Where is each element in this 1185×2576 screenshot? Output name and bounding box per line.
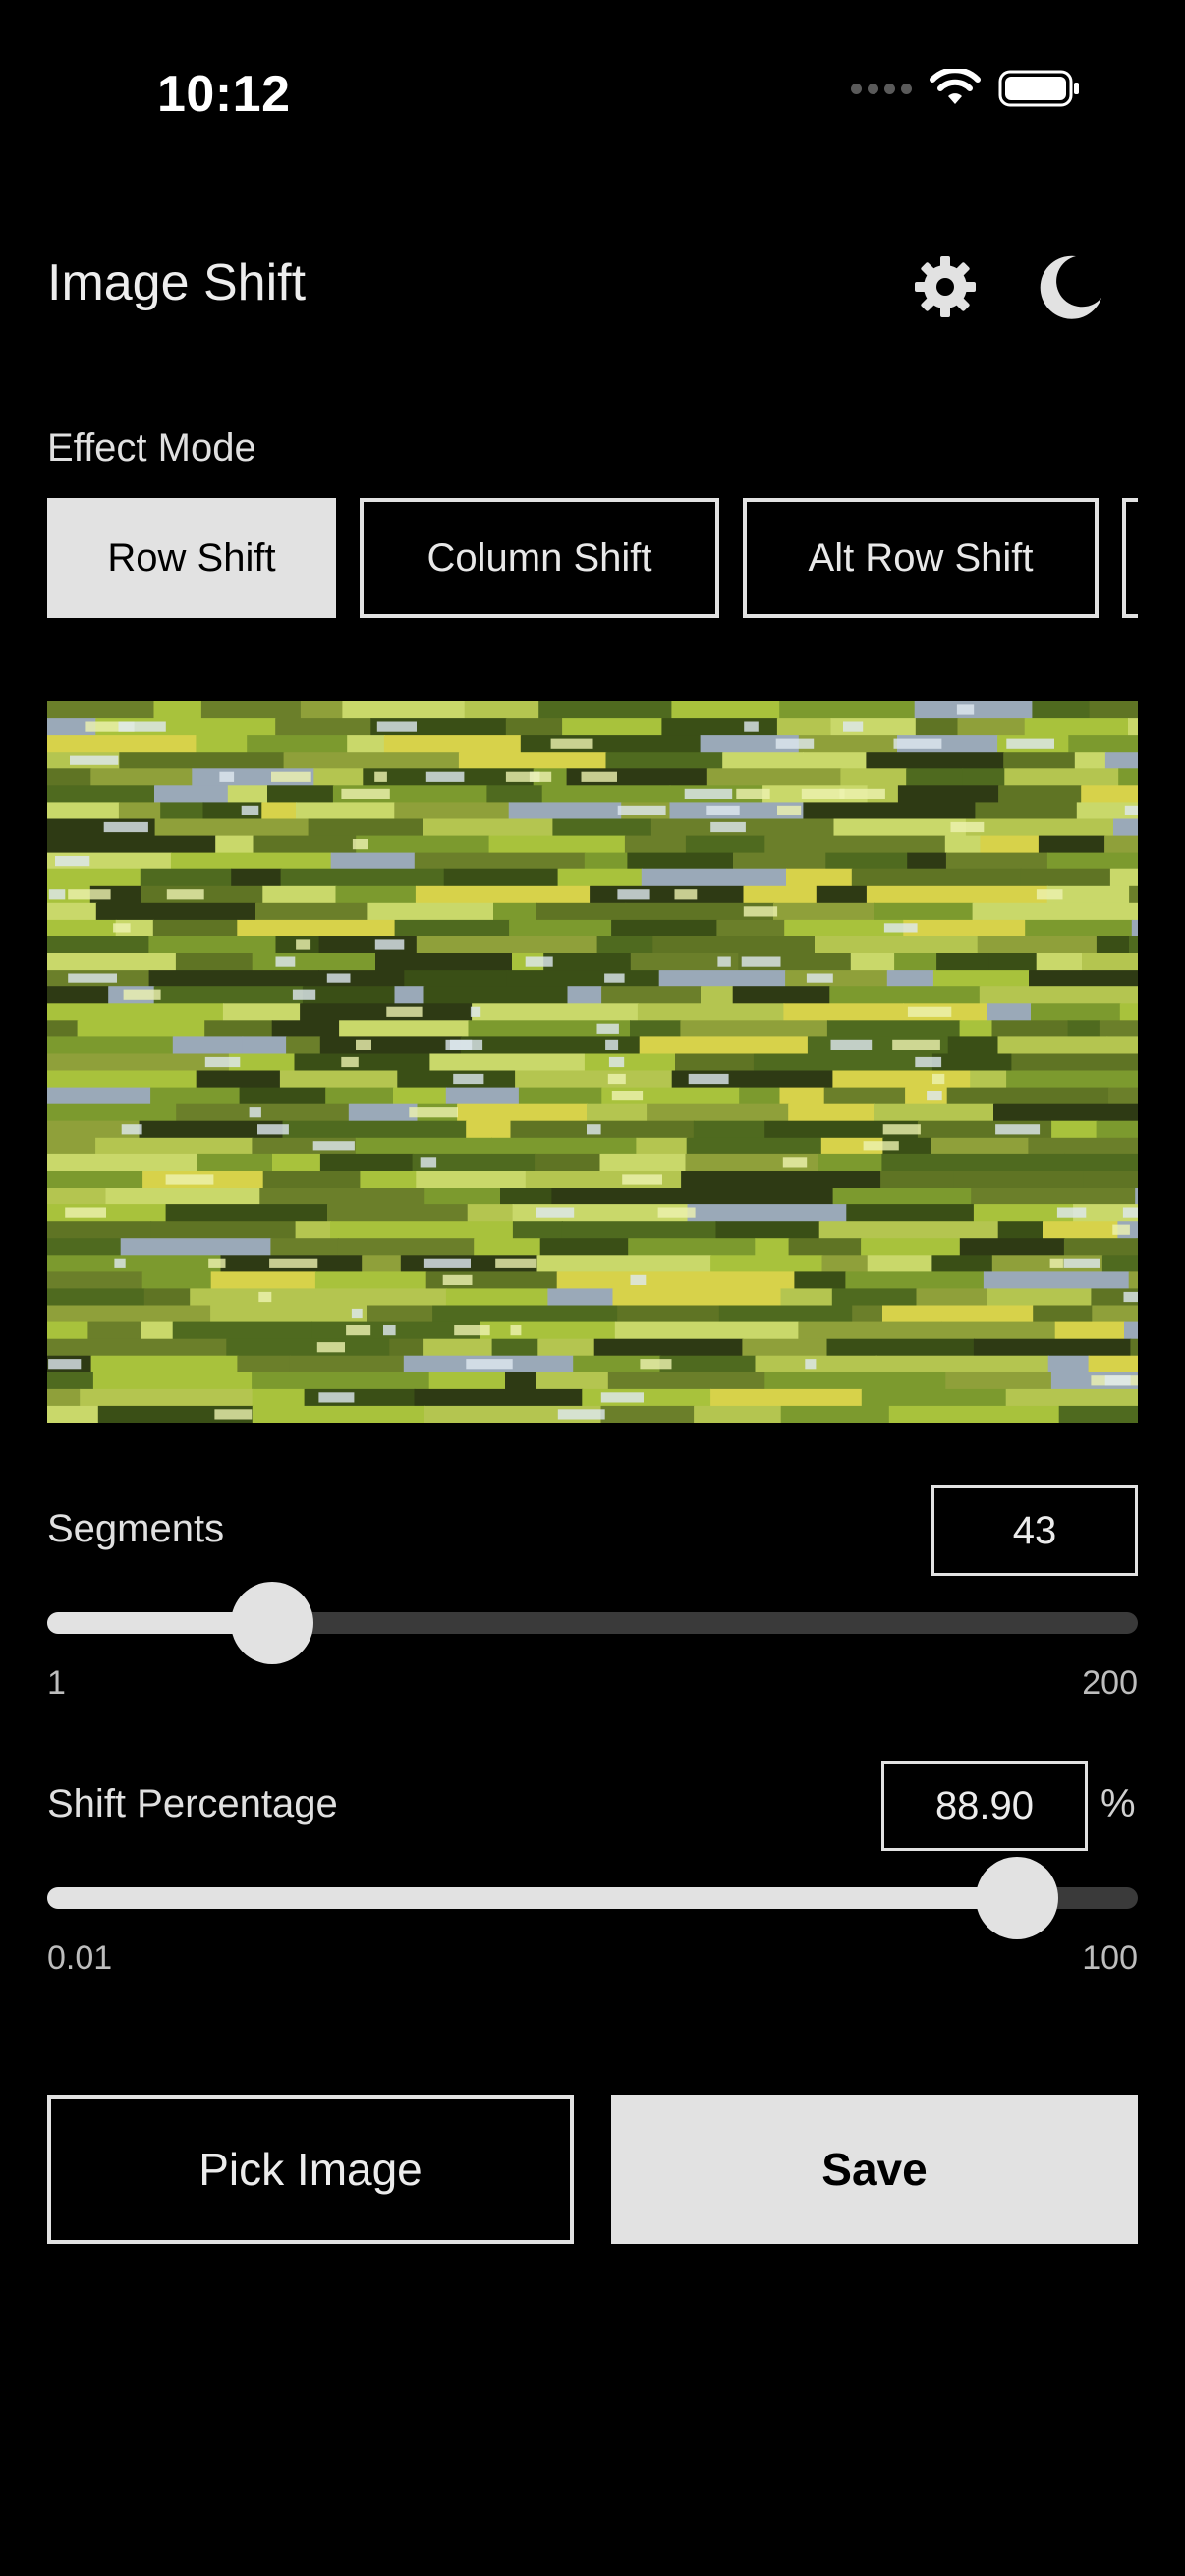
segments-max-label: 200: [1082, 1664, 1138, 1702]
shift-percentage-slider[interactable]: [47, 1857, 1138, 1939]
page-title: Image Shift: [47, 254, 307, 311]
mode-more-button[interactable]: [1122, 498, 1138, 618]
mode-column-shift-button[interactable]: Column Shift: [360, 498, 719, 618]
moon-icon: [1040, 255, 1101, 319]
status-time: 10:12: [157, 66, 291, 123]
image-preview: [47, 701, 1138, 1423]
shift-percentage-max-label: 100: [1082, 1939, 1138, 1977]
save-button[interactable]: Save: [611, 2095, 1138, 2244]
effect-mode-selector: Row Shift Column Shift Alt Row Shift: [47, 498, 1138, 618]
settings-button[interactable]: [906, 248, 985, 326]
status-icons: [851, 69, 1081, 108]
mode-alt-row-shift-button[interactable]: Alt Row Shift: [743, 498, 1099, 618]
wifi-icon: [930, 69, 981, 104]
shift-percentage-slider-thumb[interactable]: [975, 1857, 1058, 1939]
segments-slider[interactable]: [47, 1582, 1138, 1664]
cellular-signal-icon: [851, 83, 912, 94]
segments-min-label: 1: [47, 1664, 66, 1702]
pick-image-button[interactable]: Pick Image: [47, 2095, 574, 2244]
shift-percentage-value-input[interactable]: 88.90: [881, 1761, 1088, 1851]
mode-row-shift-button[interactable]: Row Shift: [47, 498, 336, 618]
gear-icon: [915, 256, 976, 317]
shift-percentage-label: Shift Percentage: [47, 1782, 338, 1825]
segments-label: Segments: [47, 1507, 225, 1550]
segments-value-input[interactable]: 43: [931, 1485, 1138, 1576]
shift-percentage-min-label: 0.01: [47, 1939, 113, 1977]
shift-percentage-slider-fill: [47, 1887, 1017, 1909]
shifted-image-preview: [47, 701, 1138, 1423]
battery-icon: [998, 70, 1079, 107]
segments-slider-thumb[interactable]: [230, 1582, 313, 1664]
app-screen: 10:12 Image Shift Effect Mode Row Shift …: [0, 0, 1185, 2576]
effect-mode-label: Effect Mode: [47, 426, 256, 470]
shift-percentage-unit: %: [1100, 1782, 1136, 1825]
theme-toggle-button[interactable]: [1032, 248, 1110, 326]
